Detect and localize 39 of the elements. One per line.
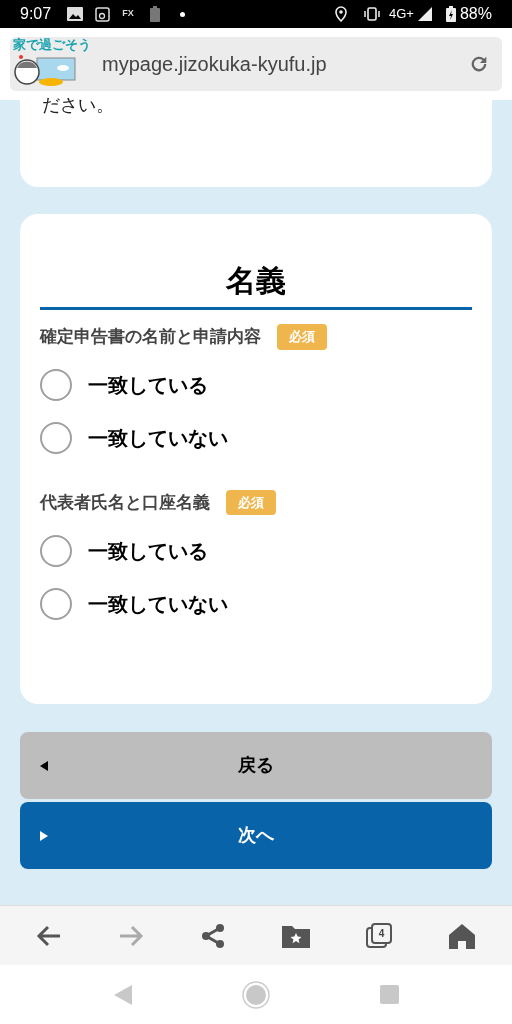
bookmark-folder-icon[interactable]	[282, 923, 310, 948]
option-label[interactable]: 一致していない	[88, 588, 228, 619]
radio-button[interactable]	[40, 587, 72, 620]
option-label[interactable]: 一致している	[88, 535, 208, 566]
url-text: mypage.jizokuka-kyufu.jp	[102, 52, 328, 77]
battery-level: 88%	[459, 4, 492, 24]
battery-icon	[149, 6, 160, 22]
option-label[interactable]: 一致していない	[88, 423, 228, 453]
vibrate-icon	[363, 7, 382, 21]
address-bar[interactable]: 家で過ごそう mypage.jizokuka-kyufu.jp	[10, 37, 502, 91]
battery-charging-icon	[445, 6, 456, 22]
fx-label: FX	[122, 7, 134, 21]
radio-button[interactable]	[40, 422, 72, 454]
back-button[interactable]: 戻る	[20, 732, 492, 799]
nav-back-icon[interactable]	[113, 984, 132, 1005]
clock: 9:07	[20, 4, 52, 24]
share-icon[interactable]	[200, 922, 226, 949]
location-icon	[335, 6, 348, 22]
radio-button[interactable]	[40, 534, 72, 567]
nav-recents-icon[interactable]	[379, 985, 399, 1004]
logo-text: 家で過ごそう	[13, 37, 91, 52]
image-icon	[67, 7, 84, 21]
required-badge: 必須	[226, 489, 276, 515]
network-type: 4G+	[389, 5, 414, 24]
radio-button[interactable]	[40, 369, 72, 401]
question-label: 代表者氏名と口座名義	[40, 491, 210, 514]
signal-icon	[417, 7, 434, 21]
nav-home-icon[interactable]	[241, 980, 270, 1009]
section-title: 名義	[40, 258, 472, 310]
option-label[interactable]: 一致している	[88, 370, 208, 400]
home-icon[interactable]	[448, 922, 476, 949]
required-badge: 必須	[277, 324, 327, 350]
back-arrow-icon[interactable]	[36, 923, 62, 948]
next-button[interactable]: 次へ	[20, 802, 492, 869]
play-icon	[40, 830, 48, 841]
caret-left-icon	[40, 760, 48, 771]
tab-count: 4	[371, 922, 392, 944]
paragraph-text: ださい。	[42, 94, 115, 117]
question-label: 確定申告書の名前と申請内容	[40, 326, 261, 348]
